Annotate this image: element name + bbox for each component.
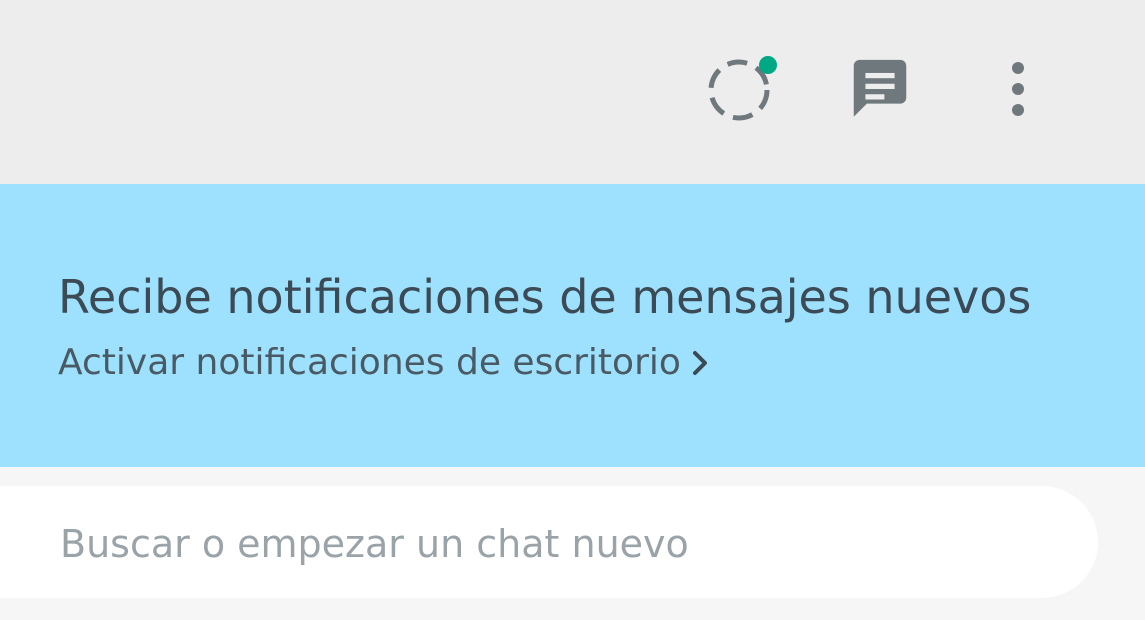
status-button[interactable]	[703, 50, 781, 128]
whatsapp-sidebar: Recibe notificaciones de mensajes nuevos…	[0, 0, 1145, 620]
enable-notifications-link[interactable]: Activar notificaciones de escritorio	[58, 340, 709, 386]
banner-title: Recibe notificaciones de mensajes nuevos	[58, 270, 1032, 324]
search-input[interactable]	[58, 514, 1042, 574]
new-chat-button[interactable]	[841, 50, 919, 128]
new-chat-icon	[853, 59, 907, 117]
status-icon	[703, 50, 781, 128]
header-actions	[703, 50, 1057, 128]
enable-notifications-label: Activar notificaciones de escritorio	[58, 342, 681, 383]
status-unread-dot	[759, 56, 777, 74]
menu-button[interactable]	[979, 50, 1057, 128]
sidebar-header	[0, 0, 1145, 184]
menu-icon	[1012, 62, 1024, 116]
chevron-right-icon	[692, 351, 707, 375]
